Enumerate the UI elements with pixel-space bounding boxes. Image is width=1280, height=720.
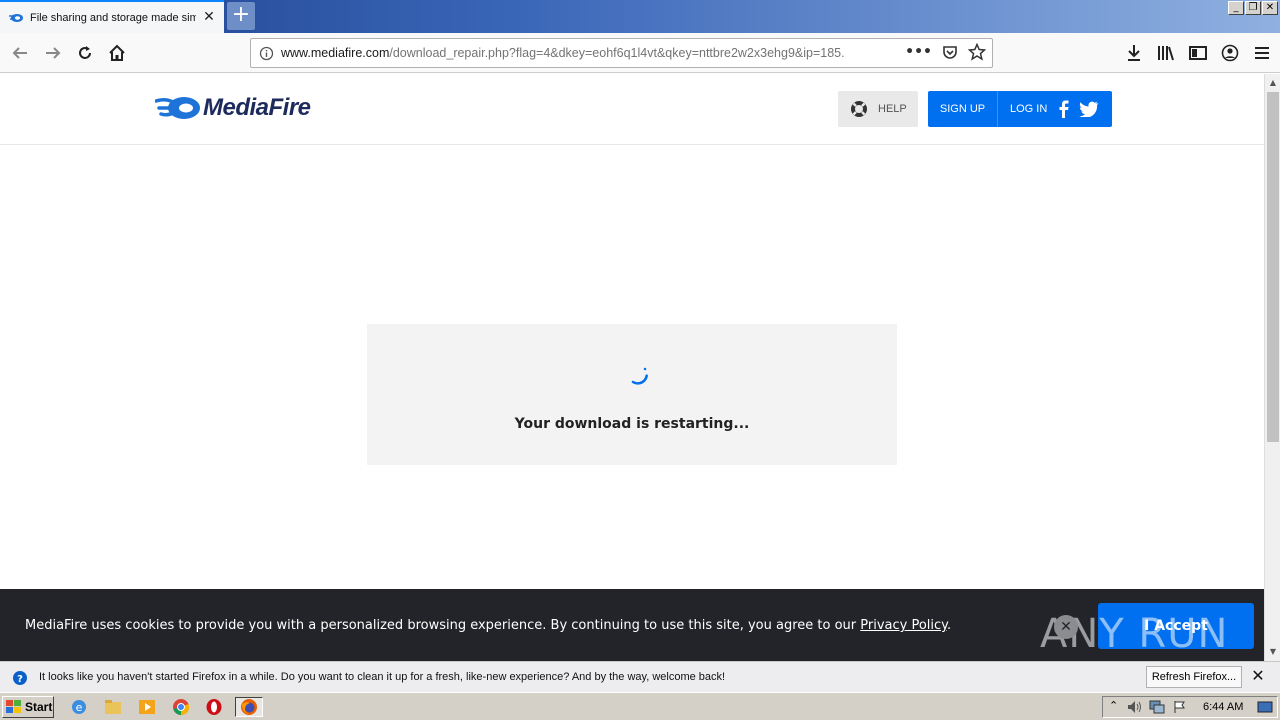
firefox-notification-bar: ? It looks like you haven't started Fire…: [0, 661, 1280, 692]
tab-close-icon[interactable]: ✕: [202, 10, 216, 24]
window-controls: _ ❐ ✕: [1228, 1, 1278, 15]
question-icon: ?: [13, 671, 27, 685]
browser-tab[interactable]: File sharing and storage made simple ✕: [0, 0, 224, 33]
page-actions-menu-icon[interactable]: •••: [905, 44, 932, 60]
internet-explorer-icon[interactable]: e: [68, 697, 90, 717]
notification-text: It looks like you haven't started Firefo…: [39, 671, 726, 683]
scroll-up-icon[interactable]: ▲: [1266, 76, 1280, 90]
start-label: Start: [25, 700, 53, 714]
firefox-taskbar-icon[interactable]: [235, 697, 263, 717]
reload-icon[interactable]: [73, 41, 97, 65]
download-restart-message: Your download is restarting...: [514, 416, 750, 432]
url-text: www.mediafire.com/download_repair.php?fl…: [281, 46, 871, 60]
help-button[interactable]: HELP: [838, 91, 918, 127]
privacy-policy-link[interactable]: Privacy Policy: [860, 618, 947, 633]
cookie-message-text: MediaFire uses cookies to provide you wi…: [25, 618, 861, 633]
sidebar-icon[interactable]: [1188, 41, 1208, 65]
tray-expand-icon[interactable]: ⌃: [1109, 699, 1118, 712]
site-header: MediaFire HELP SIGN UP LOG IN: [0, 74, 1264, 145]
site-info-icon[interactable]: [251, 46, 281, 61]
log-in-button[interactable]: LOG IN: [998, 91, 1112, 127]
scrollbar-thumb[interactable]: [1267, 92, 1279, 442]
bookmark-star-icon[interactable]: [968, 43, 986, 61]
library-icon[interactable]: [1156, 41, 1176, 65]
help-label: HELP: [878, 103, 907, 115]
back-icon[interactable]: [8, 41, 32, 65]
pocket-icon[interactable]: [942, 44, 958, 60]
windows-logo-icon: [6, 700, 21, 713]
start-button[interactable]: Start: [2, 696, 54, 718]
cookie-message: MediaFire uses cookies to provide you wi…: [25, 618, 951, 633]
browser-tab-bar: File sharing and storage made simple ✕ +…: [0, 0, 1280, 33]
downloads-icon[interactable]: [1124, 41, 1144, 65]
close-window-button[interactable]: ✕: [1262, 1, 1278, 15]
download-restart-panel: [367, 324, 897, 465]
minimize-button[interactable]: _: [1228, 1, 1244, 15]
action-center-flag-icon[interactable]: [1173, 700, 1187, 714]
mediafire-favicon-icon: [9, 13, 23, 22]
mediafire-logo[interactable]: MediaFire: [155, 94, 311, 122]
navigation-toolbar: www.mediafire.com/download_repair.php?fl…: [0, 33, 1280, 73]
url-bar[interactable]: www.mediafire.com/download_repair.php?fl…: [250, 38, 993, 68]
mediafire-flame-icon: [155, 97, 200, 119]
restore-button[interactable]: ❐: [1245, 1, 1261, 15]
show-desktop-icon[interactable]: [1257, 700, 1273, 714]
scroll-down-icon[interactable]: ▼: [1266, 645, 1280, 659]
cookie-message-period: .: [947, 618, 952, 633]
svg-text:?: ?: [17, 674, 23, 685]
windows-taskbar: Start e ⌃ 6:44 AM: [0, 692, 1280, 720]
cookie-close-icon[interactable]: ✕: [1054, 615, 1078, 639]
log-in-label: LOG IN: [1010, 103, 1048, 115]
new-tab-button[interactable]: +: [227, 2, 255, 30]
taskbar-clock: 6:44 AM: [1203, 701, 1244, 713]
loading-spinner-icon: [631, 367, 648, 385]
opera-icon[interactable]: [203, 697, 225, 717]
home-icon[interactable]: [105, 41, 129, 65]
auth-buttons: SIGN UP LOG IN: [928, 91, 1112, 127]
media-player-icon[interactable]: [136, 697, 158, 717]
tab-title: File sharing and storage made simple: [30, 11, 196, 24]
web-page: MediaFire HELP SIGN UP LOG IN Your downl…: [0, 74, 1264, 661]
svg-text:e: e: [76, 701, 83, 714]
account-icon[interactable]: [1220, 41, 1240, 65]
forward-icon[interactable]: [41, 41, 65, 65]
network-icon[interactable]: [1149, 700, 1165, 714]
menu-icon[interactable]: [1252, 41, 1272, 65]
logo-wordmark: MediaFire: [203, 94, 311, 121]
lifebuoy-icon: [851, 101, 867, 117]
chrome-icon[interactable]: [170, 697, 192, 717]
url-path: /download_repair.php?flag=4&dkey=eohf6q1…: [389, 46, 845, 60]
volume-icon[interactable]: [1127, 700, 1143, 714]
cookie-banner: MediaFire uses cookies to provide you wi…: [0, 589, 1264, 661]
twitter-icon[interactable]: [1079, 99, 1099, 119]
notification-close-icon[interactable]: ✕: [1250, 668, 1266, 684]
page-scrollbar[interactable]: ▲ ▼: [1264, 74, 1280, 661]
url-domain: www.mediafire.com: [281, 46, 390, 60]
sign-up-button[interactable]: SIGN UP: [928, 91, 998, 127]
system-tray: ⌃ 6:44 AM: [1102, 696, 1278, 718]
refresh-firefox-button[interactable]: Refresh Firefox...: [1146, 666, 1242, 688]
file-explorer-icon[interactable]: [102, 697, 124, 717]
facebook-icon[interactable]: [1053, 99, 1073, 119]
